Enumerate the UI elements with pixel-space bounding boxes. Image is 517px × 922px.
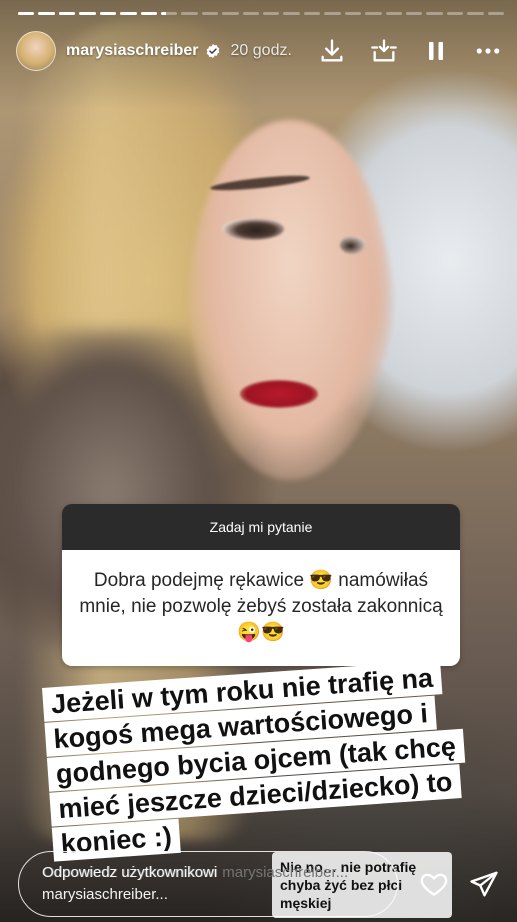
progress-segment xyxy=(160,12,178,15)
progress-segment xyxy=(487,12,505,15)
progress-segment xyxy=(79,12,96,15)
progress-segment xyxy=(446,12,464,15)
progress-segment xyxy=(140,12,157,15)
question-sticker: Zadaj mi pytanie Dobra podejmę rękawice … xyxy=(62,504,460,666)
username[interactable]: marysiaschreiber xyxy=(66,42,199,60)
progress-segment xyxy=(222,12,239,15)
heart-icon[interactable] xyxy=(417,867,451,901)
progress-segment xyxy=(181,12,198,15)
progress-segment xyxy=(467,12,484,15)
progress-segment xyxy=(38,12,55,15)
progress-segment xyxy=(58,12,76,15)
progress-segment xyxy=(99,12,117,15)
progress-segment xyxy=(120,12,137,15)
progress-segment xyxy=(18,12,35,15)
progress-segment xyxy=(303,12,321,15)
progress-segment xyxy=(365,12,382,15)
avatar[interactable] xyxy=(16,31,56,71)
progress-segment xyxy=(426,12,443,15)
progress-segment xyxy=(263,12,280,15)
save-icon[interactable] xyxy=(369,36,399,66)
story-header: marysiaschreiber 20 godz. xyxy=(16,30,503,72)
story-progress-bar xyxy=(18,12,505,15)
progress-segment xyxy=(201,12,219,15)
reply-input[interactable] xyxy=(18,851,398,917)
progress-segment xyxy=(406,12,423,15)
progress-segment xyxy=(283,12,300,15)
question-sticker-title: Zadaj mi pytanie xyxy=(62,504,460,550)
question-sticker-text: Dobra podejmę rękawice 😎 namówiłaś mnie,… xyxy=(62,550,460,666)
post-time: 20 godz. xyxy=(230,42,292,59)
answer-text: Jeżeli w tym roku nie trafię na kogoś me… xyxy=(42,657,503,863)
progress-segment xyxy=(385,12,403,15)
progress-segment xyxy=(344,12,362,15)
more-icon[interactable] xyxy=(473,36,503,66)
send-icon[interactable] xyxy=(467,867,501,901)
download-icon[interactable] xyxy=(317,36,347,66)
progress-segment xyxy=(324,12,341,15)
verified-badge-icon xyxy=(206,44,219,58)
pause-icon[interactable] xyxy=(421,36,451,66)
progress-segment xyxy=(242,12,260,15)
